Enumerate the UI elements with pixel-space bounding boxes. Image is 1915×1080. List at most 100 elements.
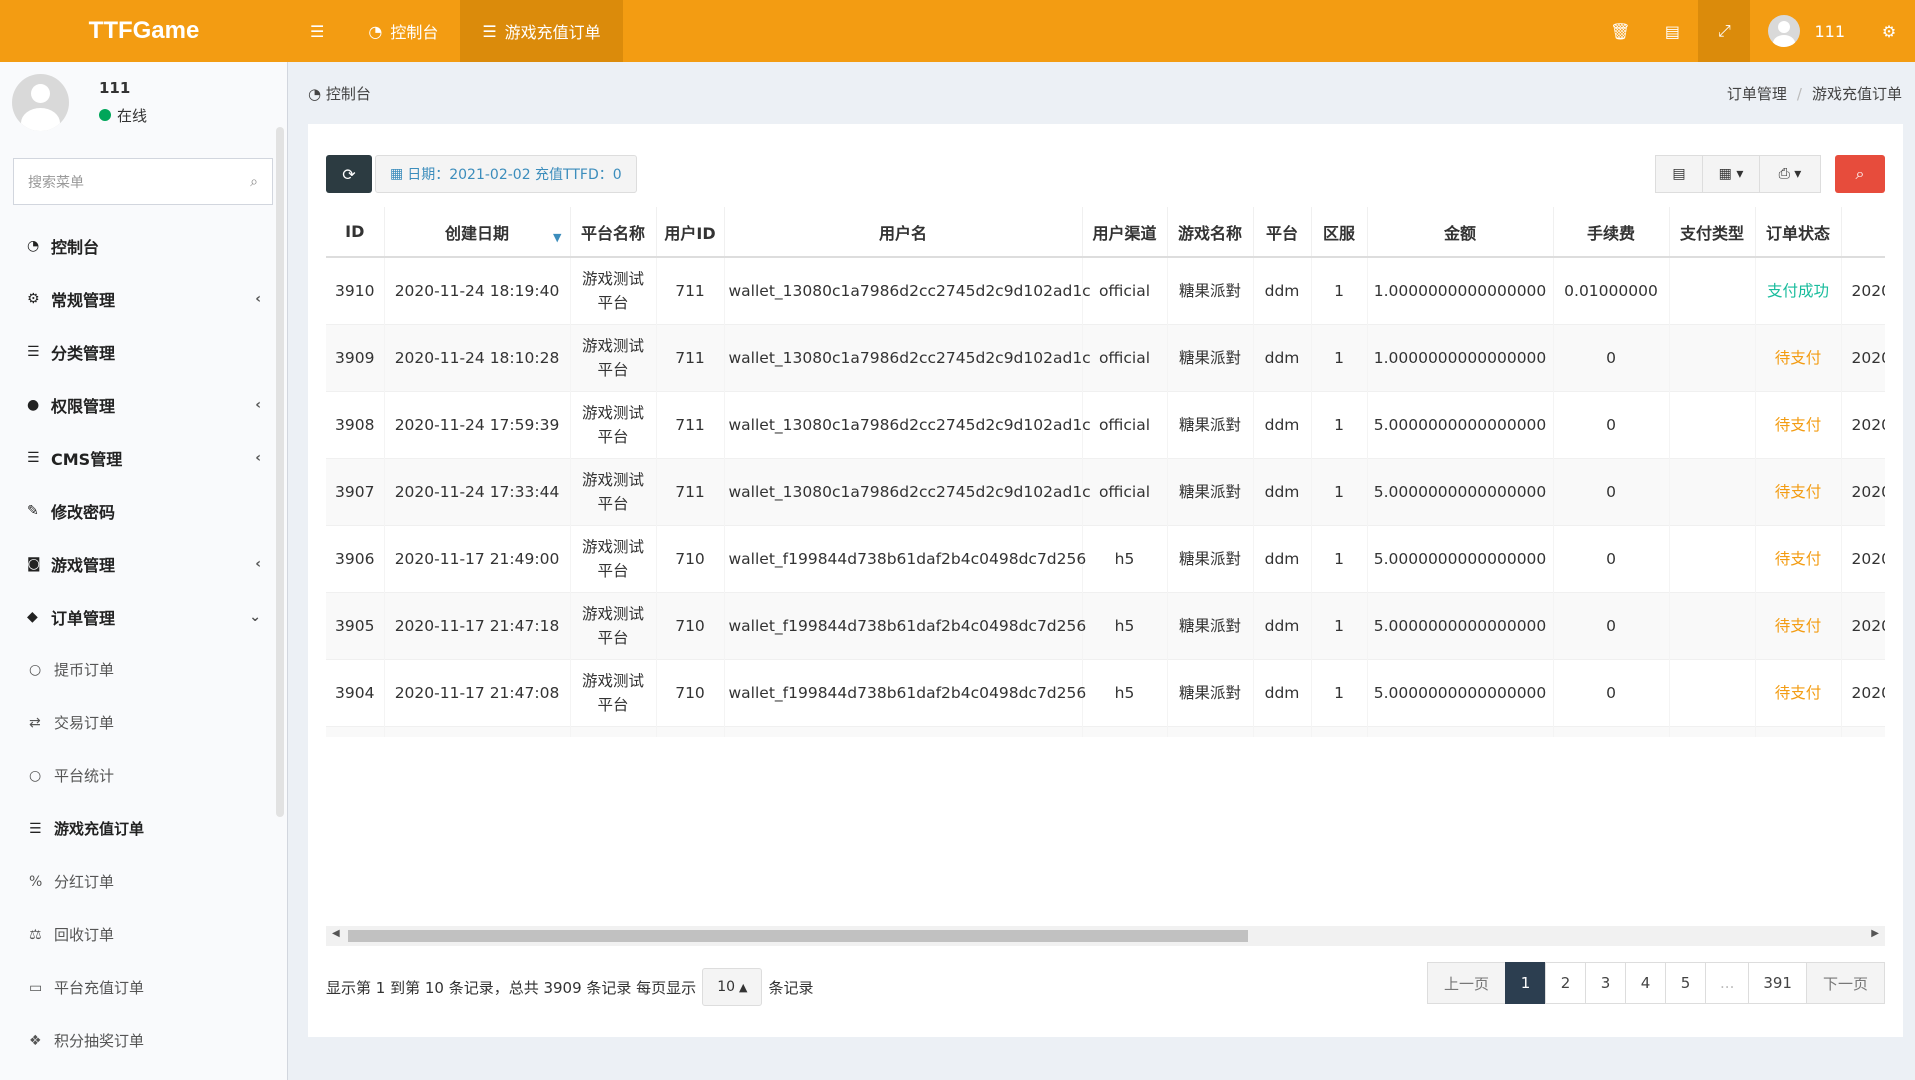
list-icon: ☰: [29, 820, 42, 837]
cell-amount: 5.0000000000000000: [1367, 457, 1554, 525]
column-game-name[interactable]: 游戏名称: [1167, 207, 1254, 258]
sidebar-item-orders[interactable]: ◆ 订单管理 ⌄: [0, 590, 287, 643]
language-button[interactable]: ▤: [1646, 0, 1698, 62]
cell-extra: 2020-11-17: [1841, 725, 1885, 737]
breadcrumb-right: 订单管理 / 游戏充值订单: [1727, 83, 1902, 104]
breadcrumb-parent[interactable]: 订单管理: [1727, 85, 1787, 103]
export-button[interactable]: ⎙ ▾: [1759, 155, 1821, 193]
column-platform-name[interactable]: 平台名称: [570, 207, 657, 258]
sidebar-item-dashboard[interactable]: ◔ 控制台: [0, 219, 287, 272]
column-created-date[interactable]: 创建日期 ▼: [384, 207, 571, 258]
sidebar-item-change-password[interactable]: ✎ 修改密码: [0, 484, 287, 537]
sidebar-scrollbar[interactable]: [276, 127, 284, 817]
column-pay-type[interactable]: 支付类型: [1669, 207, 1756, 258]
pagination: 上一页 1 2 3 4 5 ... 391 下一页: [1427, 962, 1885, 1004]
column-platform[interactable]: 平台: [1253, 207, 1312, 258]
column-user-channel[interactable]: 用户渠道: [1082, 207, 1168, 258]
sidebar-subitem-trade-orders[interactable]: ⇄ 交易订单: [0, 696, 287, 749]
scroll-right-icon[interactable]: ▶: [1871, 928, 1879, 939]
cell-fee: 0: [1553, 457, 1670, 525]
cell-platform-name: 游戏测试平台: [570, 725, 657, 737]
scrollbar-thumb[interactable]: [348, 930, 1248, 942]
page-5-button[interactable]: 5: [1665, 962, 1707, 1004]
column-order-status[interactable]: 订单状态: [1755, 207, 1842, 258]
sidebar-subitem-game-recharge-orders[interactable]: ☰ 游戏充值订单: [0, 802, 287, 855]
cell-id: 3904: [326, 658, 385, 726]
cell-id: 3907: [326, 457, 385, 525]
settings-button[interactable]: ⚙: [1863, 0, 1915, 62]
columns-button[interactable]: ▦ ▾: [1702, 155, 1760, 193]
tab-game-recharge-orders[interactable]: ☰ 游戏充值订单: [460, 0, 623, 62]
table-row[interactable]: 3907 2020-11-24 17:33:44 游戏测试平台 711 wallet_1…: [326, 457, 1885, 525]
exchange-icon: ⇄: [29, 714, 41, 731]
sidebar-subitem-label: 分红订单: [54, 873, 115, 891]
refresh-button[interactable]: ⟳: [326, 155, 372, 193]
sidebar-subitem-dividend-orders[interactable]: % 分红订单: [0, 855, 287, 908]
page-4-button[interactable]: 4: [1625, 962, 1667, 1004]
scroll-left-icon[interactable]: ◀: [332, 928, 340, 939]
menu-search-input[interactable]: 搜索菜单 ⌕: [13, 158, 273, 205]
sidebar-item-category[interactable]: ☰ 分类管理: [0, 325, 287, 378]
cell-pay-type: [1669, 323, 1756, 391]
sidebar-item-cms[interactable]: ☰ CMS管理 ‹: [0, 431, 287, 484]
prev-page-button[interactable]: 上一页: [1427, 962, 1507, 1004]
table-row[interactable]: 3910 2020-11-24 18:19:40 游戏测试平台 711 wallet_1…: [326, 256, 1885, 324]
cell-amount: 5.0000000000000000: [1367, 591, 1554, 659]
table-toolbar: ⟳ ▦ 日期：2021-02-02 充值TTFD：0 ▤ ▦ ▾ ⎙ ▾ ⌕: [326, 155, 1885, 193]
table-row[interactable]: 3906 2020-11-17 21:49:00 游戏测试平台 710 wallet_f…: [326, 524, 1885, 592]
sidebar-subitem-lottery-orders[interactable]: ❖ 积分抽奖订单: [0, 1014, 287, 1067]
toggle-view-button[interactable]: ▤: [1655, 155, 1703, 193]
table-row[interactable]: 3905 2020-11-17 21:47:18 游戏测试平台 710 wallet_f…: [326, 591, 1885, 659]
column-username[interactable]: 用户名: [724, 207, 1083, 258]
column-user-id[interactable]: 用户ID: [656, 207, 725, 258]
app-logo[interactable]: TTFGame: [0, 0, 288, 62]
page-1-button[interactable]: 1: [1505, 962, 1547, 1004]
cell-server: 1: [1311, 457, 1368, 525]
sidebar-subitem-label: 游戏充值订单: [54, 820, 145, 838]
user-menu[interactable]: 111: [1750, 0, 1863, 62]
table-row[interactable]: 3908 2020-11-24 17:59:39 游戏测试平台 711 wallet_1…: [326, 390, 1885, 458]
page-3-button[interactable]: 3: [1585, 962, 1627, 1004]
table-row[interactable]: 39032020-11-17 21:42:10游戏测试平台710wallet_f…: [326, 725, 1885, 737]
clear-cache-button[interactable]: 🗑: [1594, 0, 1646, 62]
cell-id: 3903: [326, 725, 385, 737]
column-amount[interactable]: 金额: [1367, 207, 1554, 258]
sidebar-subitem-platform-recharge-orders[interactable]: ▭ 平台充值订单: [0, 961, 287, 1014]
cell-user-id: 710: [656, 591, 725, 659]
tab-game-recharge-label: 游戏充值订单: [504, 23, 601, 42]
column-id[interactable]: ID: [326, 207, 385, 258]
cell-created-date: 2020-11-24 17:33:44: [384, 457, 571, 525]
date-filter-button[interactable]: ▦ 日期：2021-02-02 充值TTFD：0: [375, 155, 637, 193]
sidebar-toggle-button[interactable]: ☰: [288, 0, 346, 62]
sidebar-item-game[interactable]: ◙ 游戏管理 ‹: [0, 537, 287, 590]
table-row[interactable]: 3909 2020-11-24 18:10:28 游戏测试平台 711 wallet_1…: [326, 323, 1885, 391]
column-extra[interactable]: [1841, 207, 1885, 258]
sidebar-subitem-recycle-orders[interactable]: ⚖ 回收订单: [0, 908, 287, 961]
page-size-select[interactable]: 10 ▲: [702, 968, 763, 1006]
cell-username: wallet_f199844d738b61daf2b4c0498dc7d256: [724, 658, 1086, 726]
page-2-button[interactable]: 2: [1545, 962, 1587, 1004]
table-horizontal-scrollbar[interactable]: ◀ ▶: [326, 926, 1885, 946]
page-last-button[interactable]: 391: [1748, 962, 1807, 1004]
table-row[interactable]: 3904 2020-11-17 21:47:08 游戏测试平台 710 wallet_f…: [326, 658, 1885, 726]
chevron-down-icon: ⌄: [249, 608, 261, 625]
sidebar-item-permission[interactable]: ● 权限管理 ‹: [0, 378, 287, 431]
next-page-button[interactable]: 下一页: [1805, 962, 1885, 1004]
cell-order-status: 支付成功: [1755, 256, 1842, 324]
cell-pay-type: [1669, 524, 1756, 592]
chevron-left-icon: ‹: [255, 396, 261, 413]
search-button[interactable]: ⌕: [1835, 155, 1885, 193]
cell-order-status: 待支付: [1755, 323, 1842, 391]
card-icon: ▭: [29, 979, 43, 996]
column-fee[interactable]: 手续费: [1553, 207, 1670, 258]
cell-platform-name: 游戏测试平台: [570, 256, 657, 324]
fullscreen-button[interactable]: ⤢: [1698, 0, 1751, 62]
column-server[interactable]: 区服: [1311, 207, 1368, 258]
sidebar-item-general[interactable]: ⚙ 常规管理 ‹: [0, 272, 287, 325]
breadcrumb-left[interactable]: ◔ 控制台: [308, 83, 371, 104]
sidebar-subitem-platform-stats[interactable]: ○ 平台统计: [0, 749, 287, 802]
tab-dashboard[interactable]: ◔ 控制台: [346, 0, 460, 62]
sidebar-subitem-withdraw-orders[interactable]: ○ 提币订单: [0, 643, 287, 696]
cell-extra: 2020-11-17: [1841, 658, 1885, 726]
cell-order-status: 待支付: [1755, 725, 1842, 737]
